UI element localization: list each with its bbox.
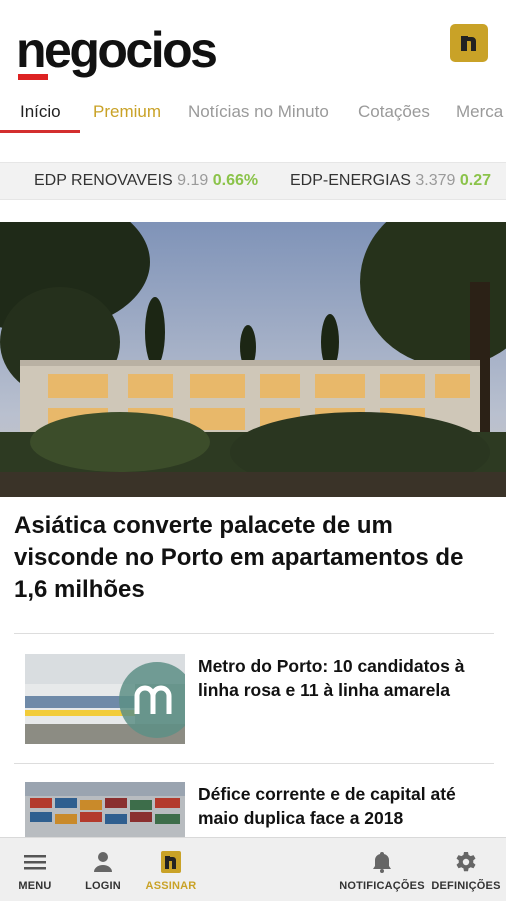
n-badge-icon [456,30,482,56]
hero-photo [0,222,506,497]
gear-icon [455,850,477,874]
ticker-name: EDP-ENERGIAS [290,172,411,189]
nav-label: ASSINAR [145,880,197,892]
tab-inicio[interactable]: Início [20,92,61,132]
news-thumbnail [25,654,185,744]
subscribe-icon [161,850,181,874]
stock-ticker[interactable]: EDP RENOVAVEIS 9.19 0.66% EDP-ENERGIAS 3… [0,162,506,200]
app-header: negocios [0,0,506,92]
news-title: Défice corrente e de capital até maio du… [198,784,456,828]
ticker-name: EDP RENOVAVEIS [34,172,173,189]
logo[interactable]: negocios [16,22,218,78]
ticker-change: 0.66% [212,172,259,189]
app-badge-button[interactable] [450,24,488,62]
list-item[interactable]: Metro do Porto: 10 candidatos à linha ro… [25,654,495,746]
nav-label: MENU [18,880,52,892]
menu-icon [24,850,46,874]
metro-photo [25,654,185,744]
nav-label: DEFINIÇÕES [431,880,501,892]
containers-photo [25,782,185,837]
nav-notificacoes[interactable]: NOTIFICAÇÕES [336,838,428,901]
active-tab-underline [0,130,80,133]
nav-label: LOGIN [85,880,121,892]
tab-noticias-no-minuto[interactable]: Notícias no Minuto [188,92,329,132]
bell-icon [372,850,392,874]
news-thumbnail [25,782,185,837]
ticker-item[interactable]: EDP-ENERGIAS 3.379 0.27 [290,163,491,199]
tab-mercados[interactable]: Merca [456,92,503,132]
hero-image[interactable] [0,222,506,497]
nav-menu[interactable]: MENU [0,838,70,901]
main-headline[interactable]: Asiática converte palacete de um viscond… [14,510,498,606]
ticker-value: 9.19 [177,172,209,189]
bottom-navigation: MENU LOGIN ASSINAR NOTIFICAÇÕES DEFINIÇÕ… [0,837,506,901]
ticker-item[interactable]: EDP RENOVAVEIS 9.19 0.66% [34,163,258,199]
divider [14,633,494,634]
user-icon [92,850,114,874]
nav-assinar[interactable]: ASSINAR [136,838,206,901]
nav-label: NOTIFICAÇÕES [339,880,425,892]
tab-cotacoes[interactable]: Cotações [358,92,430,132]
nav-login[interactable]: LOGIN [70,838,136,901]
section-tabs: Início Premium Notícias no Minuto Cotaçõ… [0,92,506,134]
nav-definicoes[interactable]: DEFINIÇÕES [428,838,504,901]
tab-premium[interactable]: Premium [93,92,161,132]
divider [14,763,494,764]
ticker-value: 3.379 [415,172,456,189]
news-title: Metro do Porto: 10 candidatos à linha ro… [198,656,465,700]
ticker-change: 0.27 [459,172,492,189]
logo-subtag [18,74,48,80]
list-item[interactable]: Défice corrente e de capital até maio du… [25,782,495,838]
